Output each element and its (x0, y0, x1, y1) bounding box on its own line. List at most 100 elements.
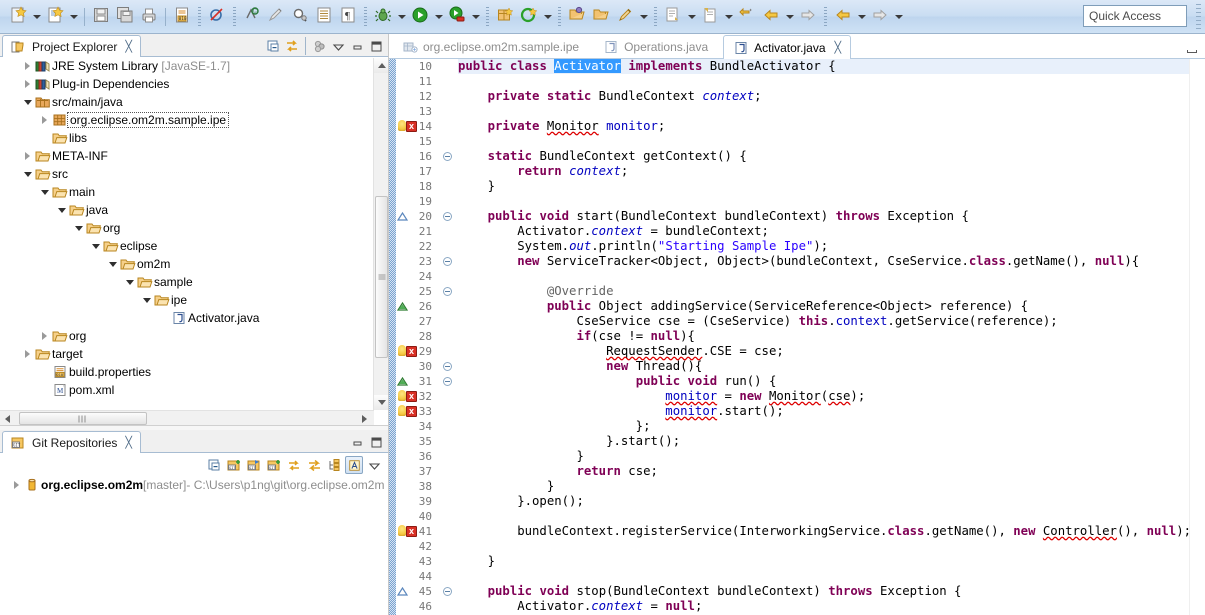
scroll-down-button[interactable] (374, 395, 389, 410)
fold-toggle-icon[interactable] (442, 359, 453, 374)
debug-button[interactable] (371, 5, 395, 29)
link-editor-icon[interactable] (283, 37, 301, 55)
code-line[interactable]: public void stop(BundleContext bundleCon… (458, 584, 1189, 599)
project-explorer-tab[interactable]: Project Explorer ╳ (2, 35, 141, 57)
fold-toggle-icon[interactable] (442, 584, 453, 599)
collapse-all-button[interactable] (264, 37, 282, 55)
new-class-wizard-button[interactable]: C (240, 5, 264, 29)
implements-marker-icon[interactable] (396, 584, 418, 599)
code-line[interactable]: } (458, 554, 1189, 569)
project-explorer-tree[interactable]: JRE System Library [JavaSE-1.7] Plug-in D… (0, 57, 372, 410)
code-line[interactable] (458, 269, 1189, 284)
scroll-up-button[interactable] (374, 58, 389, 73)
code-line[interactable]: } (458, 179, 1189, 194)
line-number-gutter[interactable]: 10 11 12 13 14 x 15 16 17 18 19 20 21 22 23 24 25 26 27 28 2… (396, 59, 458, 615)
search-button[interactable] (288, 5, 312, 29)
tree-item-pom-xml[interactable]: Mpom.xml (0, 381, 372, 399)
quick-access-input[interactable]: Quick Access (1083, 5, 1187, 27)
git-pull-icon[interactable] (285, 456, 303, 474)
forward-history-button-dropdown[interactable] (892, 5, 905, 29)
new-wizard-button-dropdown[interactable] (30, 5, 43, 29)
code-line[interactable]: monitor.start(); (458, 404, 1189, 419)
skip-all-breakpoints-button[interactable] (205, 5, 229, 29)
code-line[interactable]: return context; (458, 164, 1189, 179)
code-line[interactable]: RequestSender.CSE = cse; (458, 344, 1189, 359)
back-button[interactable] (759, 5, 783, 29)
new-plugin-project-button[interactable] (493, 5, 517, 29)
project-explorer-vscrollbar[interactable] (373, 58, 389, 410)
code-line[interactable]: Activator.context = null; (458, 599, 1189, 614)
chevron-down-icon[interactable] (21, 166, 34, 182)
chevron-down-icon[interactable] (140, 292, 153, 308)
filter-icon[interactable] (310, 37, 328, 55)
code-line[interactable]: @Override (458, 284, 1189, 299)
hscroll-thumb[interactable] (19, 412, 147, 425)
project-explorer-hscrollbar[interactable] (0, 410, 374, 425)
chevron-right-icon[interactable] (21, 148, 34, 164)
fold-toggle-icon[interactable] (442, 254, 453, 269)
back-history-button-dropdown[interactable] (855, 5, 868, 29)
save-all-button[interactable] (113, 5, 137, 29)
next-annotation-button-dropdown[interactable] (685, 5, 698, 29)
editor-tab-activator-java[interactable]: Activator.java ╳ (723, 35, 852, 60)
back-button-dropdown[interactable] (783, 5, 796, 29)
code-line[interactable]: return cse; (458, 464, 1189, 479)
close-icon[interactable]: ╳ (835, 41, 842, 54)
chevron-down-icon[interactable] (38, 184, 51, 200)
error-marker-icon[interactable]: x (396, 344, 418, 359)
code-line[interactable]: private static BundleContext context; (458, 89, 1189, 104)
code-line[interactable] (458, 134, 1189, 149)
tree-item-org-eclipse-om2m-sample-ipe[interactable]: org.eclipse.om2m.sample.ipe (0, 111, 372, 129)
last-edit-location-button[interactable] (735, 5, 759, 29)
code-line[interactable] (458, 104, 1189, 119)
tree-item-plug-in-dependencies[interactable]: Plug-in Dependencies (0, 75, 372, 93)
save-button[interactable] (89, 5, 113, 29)
fold-toggle-icon[interactable] (442, 149, 453, 164)
previous-annotation-button-dropdown[interactable] (722, 5, 735, 29)
run-button[interactable] (408, 5, 432, 29)
git-repositories-tab[interactable]: GIT Git Repositories ╳ (2, 431, 141, 453)
code-line[interactable] (458, 509, 1189, 524)
overview-ruler[interactable] (1189, 59, 1205, 615)
code-line[interactable]: System.out.println("Starting Sample Ipe"… (458, 239, 1189, 254)
tree-item-java[interactable]: java (0, 201, 372, 219)
chevron-down-icon[interactable] (72, 220, 85, 236)
paragraph-button[interactable]: ¶ (336, 5, 360, 29)
open-resource-button[interactable] (589, 5, 613, 29)
code-line[interactable] (458, 74, 1189, 89)
open-type-button[interactable] (565, 5, 589, 29)
code-line[interactable]: Activator.context = bundleContext; (458, 224, 1189, 239)
code-line[interactable]: private Monitor monitor; (458, 119, 1189, 134)
run-external-tools-button[interactable] (445, 5, 469, 29)
tree-item-meta-inf[interactable]: META-INF (0, 147, 372, 165)
editor-tab-org-eclipse-om2m-sample-ipe[interactable]: org.eclipse.om2m.sample.ipe (393, 35, 588, 59)
code-line[interactable]: public void start(BundleContext bundleCo… (458, 209, 1189, 224)
code-line[interactable]: new ServiceTracker<Object, Object>(bundl… (458, 254, 1189, 269)
code-line[interactable]: CseService cse = (CseService) this.conte… (458, 314, 1189, 329)
git-fetch-icon[interactable] (305, 456, 323, 474)
scroll-left-button[interactable] (0, 411, 15, 426)
coverage-button[interactable] (517, 5, 541, 29)
override-marker-icon[interactable] (396, 374, 418, 389)
code-line[interactable]: }.start(); (458, 434, 1189, 449)
implements-marker-icon[interactable] (396, 209, 418, 224)
code-line[interactable]: new Thread(){ (458, 359, 1189, 374)
tree-item-libs[interactable]: libs (0, 129, 372, 147)
coverage-button-dropdown[interactable] (541, 5, 554, 29)
chevron-right-icon[interactable] (38, 328, 51, 344)
code-line[interactable]: monitor = new Monitor(cse); (458, 389, 1189, 404)
git-add-icon[interactable]: GIT (225, 456, 243, 474)
source-code[interactable]: public class Activator implements Bundle… (458, 59, 1191, 615)
run-external-tools-button-dropdown[interactable] (469, 5, 482, 29)
close-icon[interactable]: ╳ (125, 40, 132, 53)
tree-item-main[interactable]: main (0, 183, 372, 201)
code-line[interactable]: static BundleContext getContext() { (458, 149, 1189, 164)
vscroll-thumb[interactable] (375, 196, 388, 358)
forward-button[interactable] (796, 5, 820, 29)
error-marker-icon[interactable]: x (396, 119, 418, 134)
code-line[interactable]: public void run() { (458, 374, 1189, 389)
tree-item-eclipse[interactable]: eclipse (0, 237, 372, 255)
code-line[interactable]: bundleContext.registerService(Interworki… (458, 524, 1191, 539)
view-menu-button[interactable] (365, 456, 383, 474)
git-repository-row[interactable]: org.eclipse.om2m [master] - C:\Users\p1n… (0, 476, 389, 494)
